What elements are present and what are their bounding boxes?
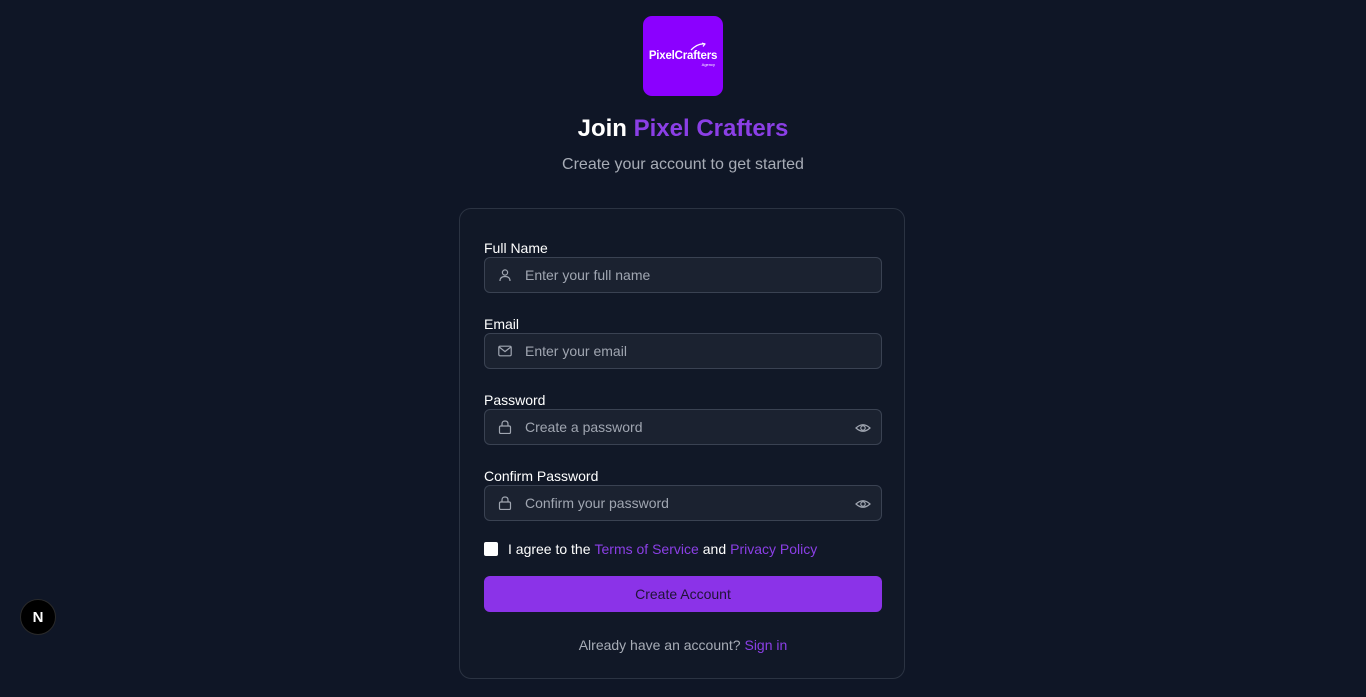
signup-card: Full Name Email Password xyxy=(459,208,905,679)
terms-of-service-link[interactable]: Terms of Service xyxy=(595,541,699,557)
logo-subtext: Agency xyxy=(701,61,715,67)
agree-conjunction: and xyxy=(702,541,727,557)
eye-icon[interactable] xyxy=(855,496,871,512)
email-label: Email xyxy=(484,316,520,332)
page-title: Join Pixel Crafters xyxy=(0,114,1366,144)
user-icon xyxy=(499,269,511,282)
title-brand: Pixel Crafters xyxy=(633,115,789,142)
lock-icon xyxy=(498,496,512,510)
page-subtitle: Create your account to get started xyxy=(562,156,804,173)
signin-prompt-row: Already have an account? Sign in xyxy=(460,637,906,653)
full-name-label: Full Name xyxy=(484,240,548,256)
dev-badge-letter: N xyxy=(32,608,44,626)
agree-prefix: I agree to the xyxy=(508,541,591,557)
password-field-box[interactable] xyxy=(484,409,882,445)
eye-icon[interactable] xyxy=(855,420,871,436)
mail-icon xyxy=(498,345,512,357)
brand-logo: PixelCrafters Agency xyxy=(643,16,723,96)
privacy-policy-link[interactable]: Privacy Policy xyxy=(730,541,817,557)
full-name-input[interactable] xyxy=(525,258,845,292)
dev-tools-badge[interactable]: N xyxy=(20,599,56,635)
password-label: Password xyxy=(484,392,546,408)
signin-prompt: Already have an account? xyxy=(578,637,741,653)
full-name-field-box[interactable] xyxy=(484,257,882,293)
terms-checkbox[interactable] xyxy=(484,542,498,556)
signup-page: PixelCrafters Agency Join Pixel Crafters… xyxy=(0,0,1366,697)
confirm-password-input[interactable] xyxy=(525,486,845,520)
password-input[interactable] xyxy=(525,410,845,444)
confirm-password-field-box[interactable] xyxy=(484,485,882,521)
swoosh-icon xyxy=(690,42,706,51)
email-input[interactable] xyxy=(525,334,845,368)
email-field-box[interactable] xyxy=(484,333,882,369)
lock-icon xyxy=(498,420,512,434)
create-account-button[interactable]: Create Account xyxy=(484,576,882,612)
sign-in-link[interactable]: Sign in xyxy=(744,637,787,653)
title-prefix: Join xyxy=(577,115,627,142)
confirm-password-label: Confirm Password xyxy=(484,468,599,484)
terms-agreement: I agree to the Terms of Service and Priv… xyxy=(484,539,817,559)
